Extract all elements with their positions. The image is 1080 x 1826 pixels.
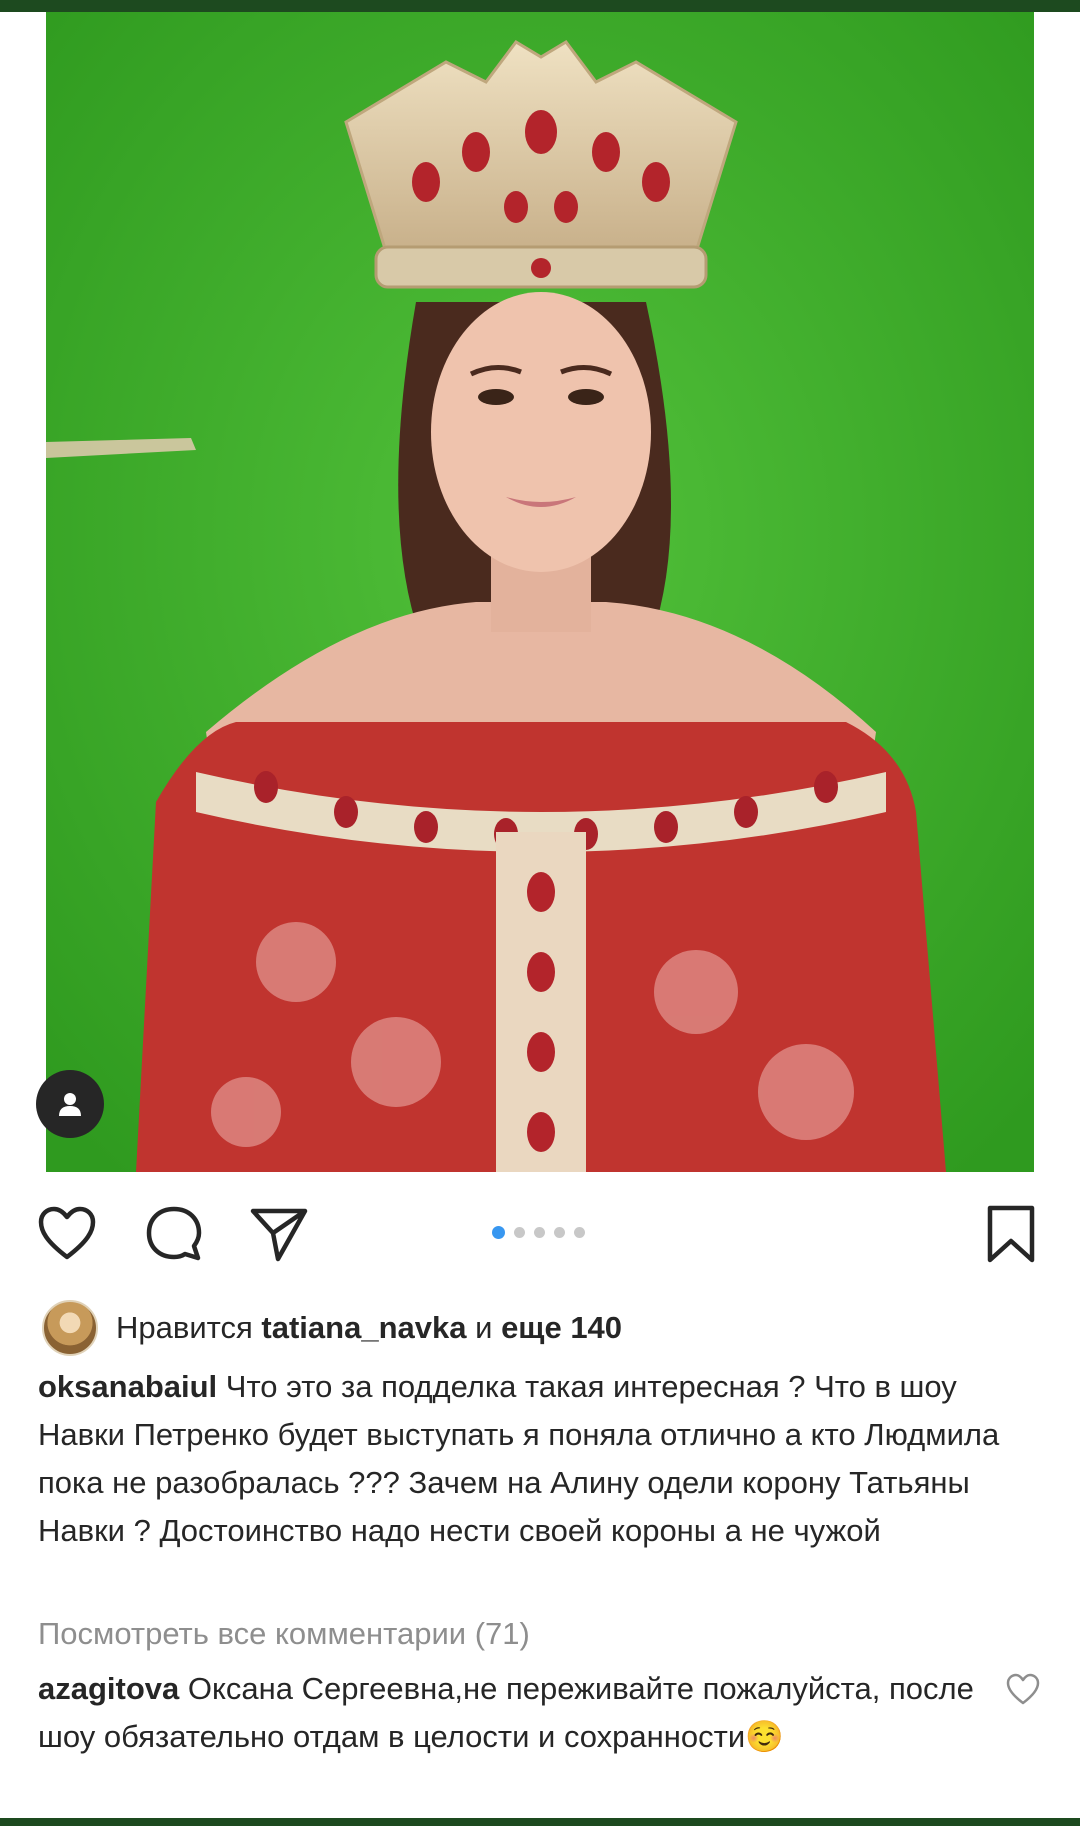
likes-rest[interactable]: еще 140 (501, 1310, 622, 1345)
post-caption: oksanabaiul Что это за подделка такая ин… (38, 1363, 1048, 1555)
comment-text: Оксана Сергеевна,не переживайте пожалуйс… (38, 1671, 974, 1754)
caption-username[interactable]: oksanabaiul (38, 1369, 217, 1404)
carousel-dot-1 (492, 1226, 505, 1239)
tagged-users-button[interactable] (36, 1070, 104, 1138)
photo-illustration (46, 12, 1034, 1172)
post-photo[interactable] (46, 12, 1034, 1172)
bookmark-icon[interactable] (980, 1203, 1042, 1265)
comment-like-icon[interactable] (1005, 1672, 1041, 1708)
likes-summary[interactable]: Нравится tatiana_navka и еще 140 (42, 1300, 622, 1356)
bottom-strip (0, 1818, 1080, 1826)
likes-text: Нравится tatiana_navka и еще 140 (116, 1310, 622, 1346)
heart-icon[interactable] (36, 1203, 98, 1265)
top-comment: azagitova Оксана Сергеевна,не переживайт… (38, 1665, 998, 1761)
carousel-dot-2 (514, 1227, 525, 1238)
liker-avatar[interactable] (42, 1300, 98, 1356)
user-tag-icon (59, 1093, 81, 1116)
comment-username[interactable]: azagitova (38, 1671, 179, 1706)
carousel-dot-4 (554, 1227, 565, 1238)
status-strip (0, 0, 1080, 12)
carousel-dot-3 (534, 1227, 545, 1238)
carousel-indicator (492, 1226, 585, 1239)
comment-icon[interactable] (143, 1203, 205, 1265)
send-icon[interactable] (248, 1203, 310, 1265)
view-all-comments-link[interactable]: Посмотреть все комментарии (71) (38, 1616, 530, 1652)
carousel-dot-5 (574, 1227, 585, 1238)
likes-conjunction: и (475, 1310, 493, 1345)
likes-user[interactable]: tatiana_navka (261, 1310, 466, 1345)
likes-prefix: Нравится (116, 1310, 253, 1345)
